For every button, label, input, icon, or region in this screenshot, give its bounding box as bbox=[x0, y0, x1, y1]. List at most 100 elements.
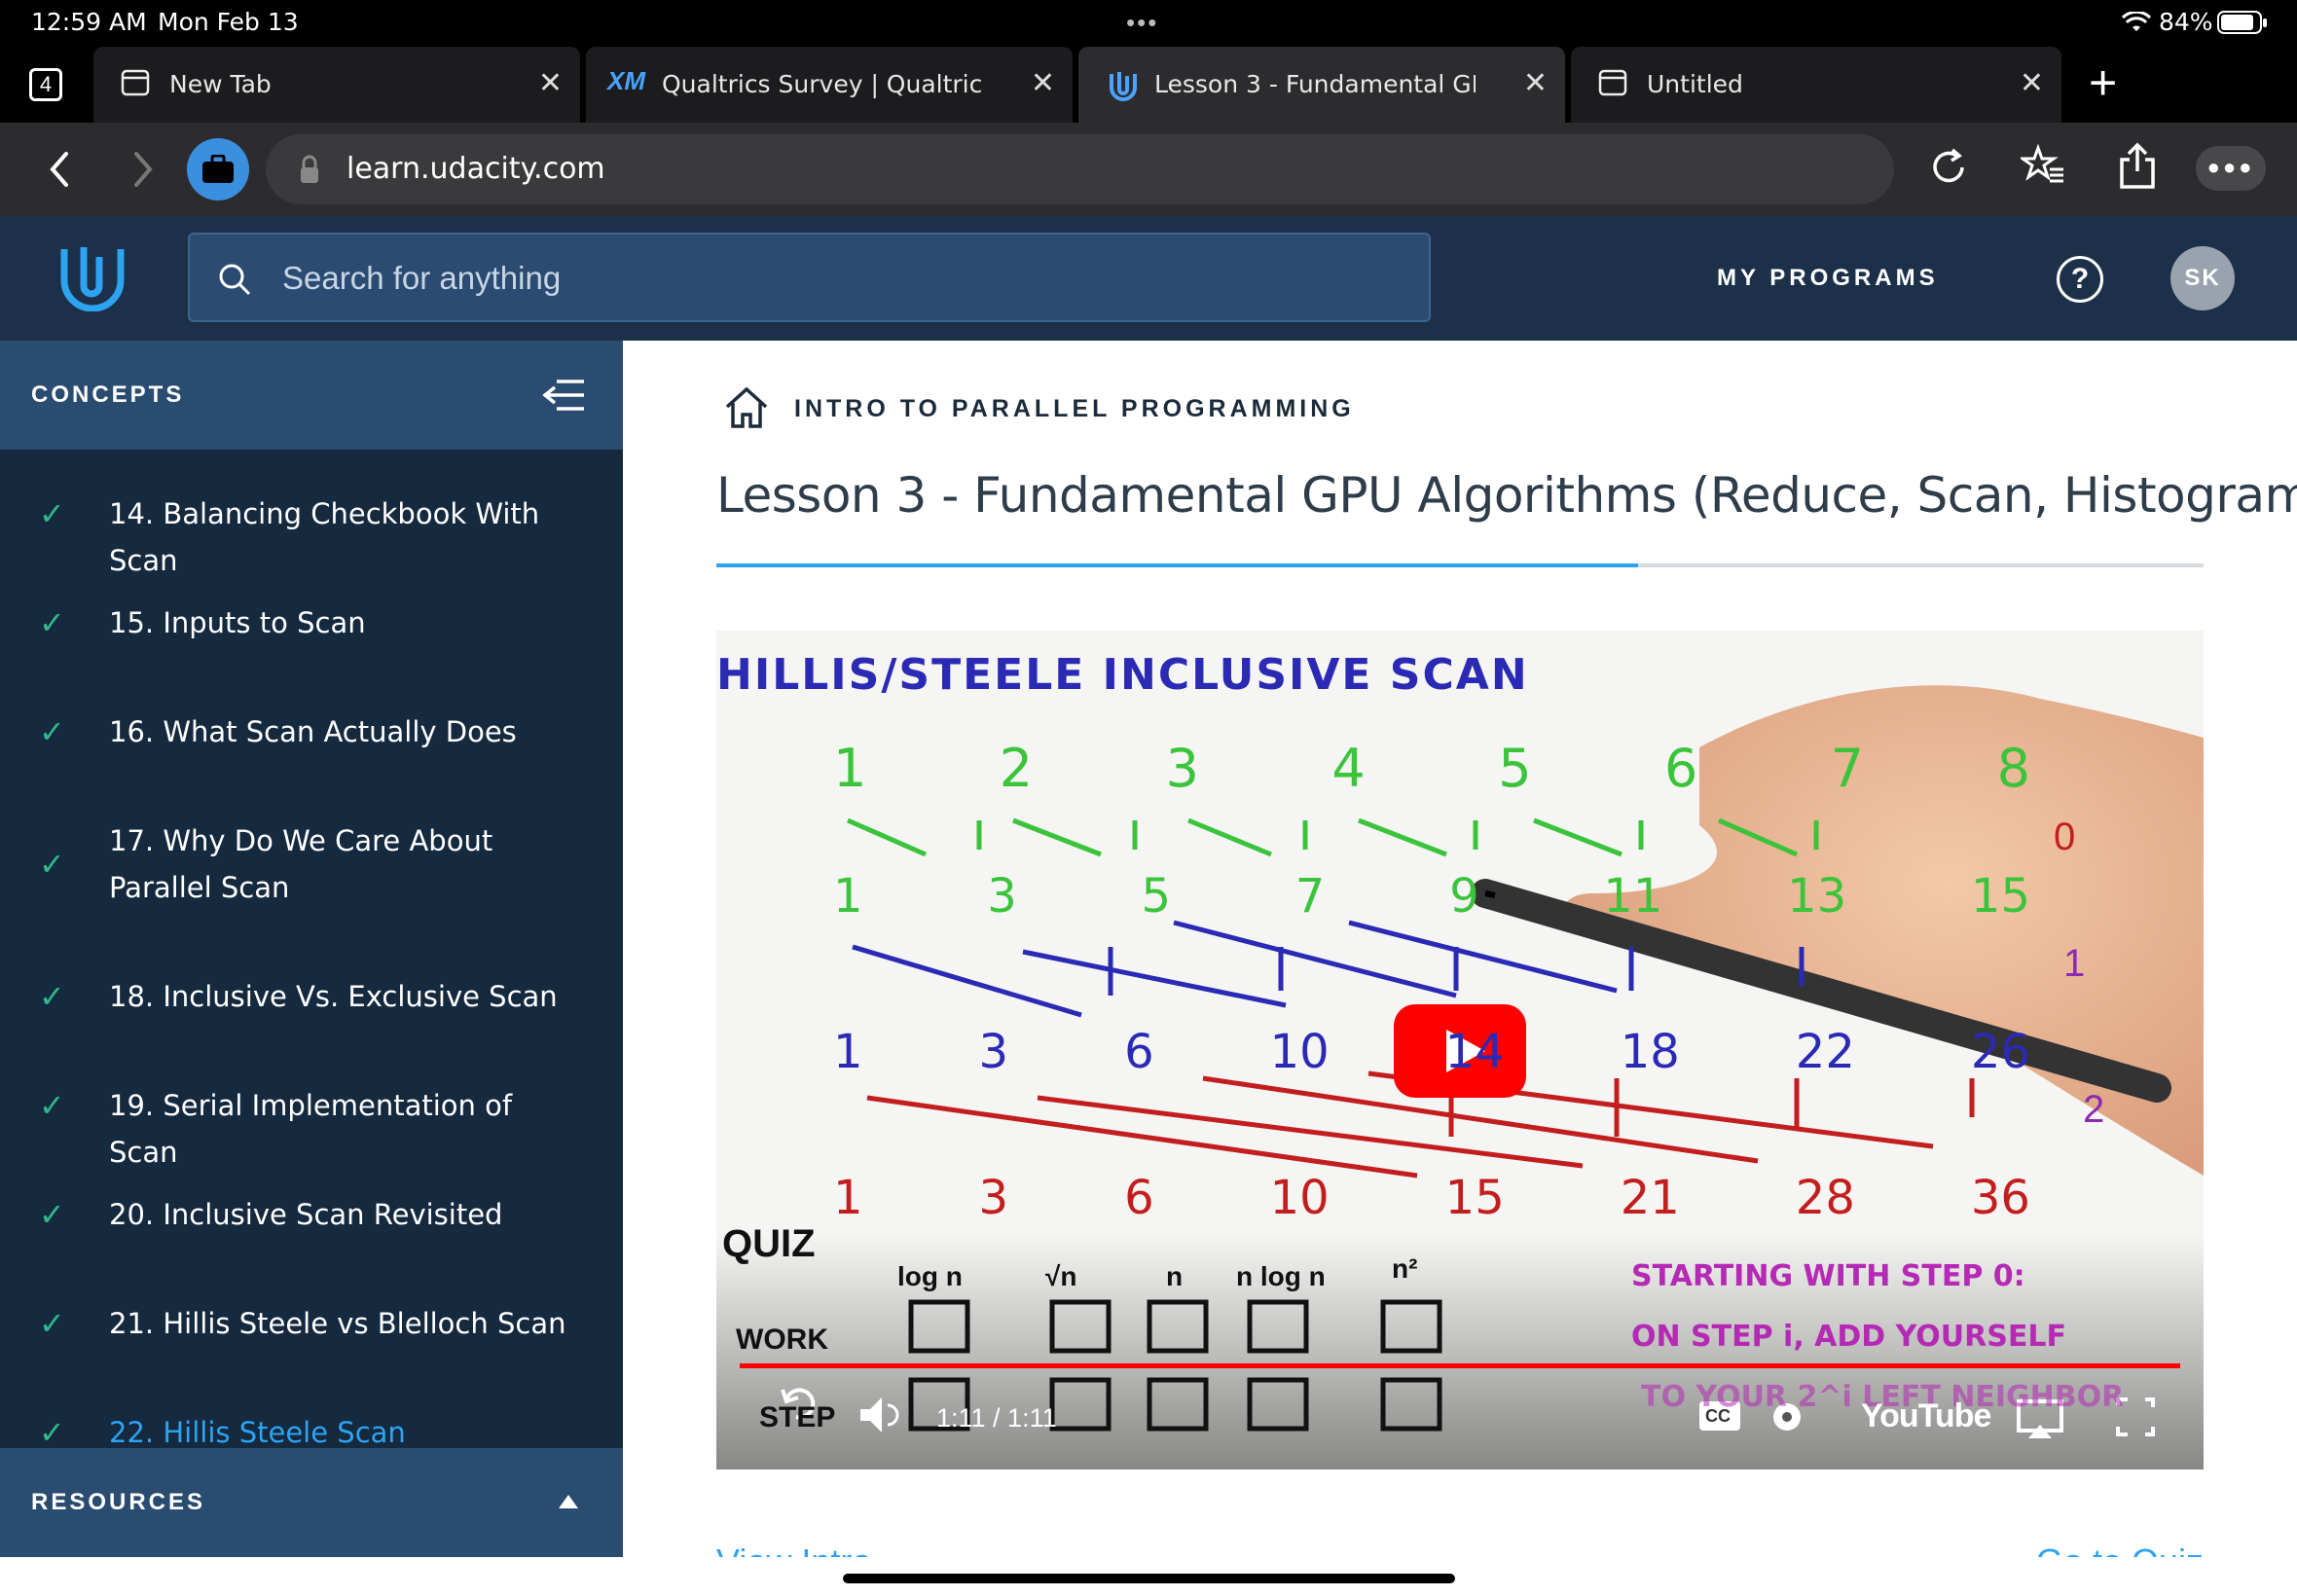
input-value: 4 bbox=[1331, 738, 1366, 799]
step-marker-1: 1 bbox=[2063, 942, 2086, 985]
back-chevron-icon[interactable] bbox=[45, 150, 74, 189]
check-icon: ✓ bbox=[39, 1087, 65, 1124]
profile-briefcase-button[interactable] bbox=[187, 138, 249, 200]
search-input[interactable]: Search for anything bbox=[188, 233, 1431, 322]
tab-count-button[interactable]: 4 bbox=[29, 68, 62, 101]
page-icon bbox=[1598, 69, 1627, 96]
step-marker-2: 2 bbox=[2083, 1088, 2105, 1131]
my-programs-link[interactable]: MY PROGRAMS bbox=[1717, 265, 1939, 292]
step3-value: 28 bbox=[1795, 1171, 1855, 1225]
video-scrubber[interactable] bbox=[740, 1363, 2180, 1368]
avatar-initials: SK bbox=[2184, 265, 2221, 291]
help-icon[interactable]: ? bbox=[2057, 256, 2103, 303]
step-marker-0: 0 bbox=[2054, 816, 2076, 858]
lock-icon bbox=[301, 155, 318, 183]
step3-value: 3 bbox=[978, 1171, 1009, 1225]
step3-value: 10 bbox=[1269, 1171, 1330, 1225]
step1-value: 15 bbox=[1970, 869, 2030, 924]
step3-value: 6 bbox=[1124, 1171, 1154, 1225]
sidebar-item-14[interactable]: ✓ 14. Balancing Checkbook With Scan bbox=[0, 490, 623, 577]
status-time: 12:59 AM bbox=[31, 8, 147, 36]
video-player[interactable]: HILLIS/STEELE INCLUSIVE SCAN 1 2 3 4 5 6… bbox=[716, 631, 2204, 1469]
tab-lesson-3[interactable]: Lesson 3 - Fundamental GPU A ✕ bbox=[1078, 47, 1565, 123]
close-icon[interactable]: ✕ bbox=[1523, 66, 1548, 100]
check-icon: ✓ bbox=[39, 846, 65, 883]
work-label: WORK bbox=[736, 1324, 828, 1356]
step-label: STEP bbox=[759, 1401, 836, 1433]
step2-value: 14 bbox=[1444, 1025, 1505, 1079]
sidebar-item-label: 17. Why Do We Care About Parallel Scan bbox=[109, 824, 493, 904]
sidebar-item-21[interactable]: ✓ 21. Hillis Steele vs Blelloch Scan bbox=[0, 1300, 623, 1347]
home-icon[interactable] bbox=[723, 385, 770, 430]
sidebar-item-label: 16. What Scan Actually Does bbox=[109, 715, 517, 748]
collapse-menu-icon[interactable] bbox=[541, 378, 586, 413]
check-icon: ✓ bbox=[39, 1196, 65, 1233]
cc-label: CC bbox=[1705, 1406, 1731, 1426]
sidebar-item-19[interactable]: ✓ 19. Serial Implementation of Scan bbox=[0, 1082, 623, 1169]
input-value: 8 bbox=[1996, 738, 2030, 799]
lesson-progress-fill bbox=[716, 563, 1639, 567]
wifi-icon bbox=[2122, 12, 2151, 31]
row-step2: 1 3 6 10 14 18 22 26 bbox=[833, 1025, 2030, 1079]
input-value: 5 bbox=[1498, 738, 1532, 799]
close-icon[interactable]: ✕ bbox=[538, 66, 563, 100]
multitask-dots-icon[interactable]: ••• bbox=[1126, 8, 1158, 38]
step2-value: 3 bbox=[978, 1025, 1009, 1079]
share-icon[interactable] bbox=[2118, 142, 2157, 191]
step2-value: 22 bbox=[1795, 1025, 1855, 1079]
tab-title: Qualtrics Survey | Qualtrics Ex bbox=[662, 70, 983, 98]
step3-value: 15 bbox=[1444, 1171, 1505, 1225]
step1-value: 1 bbox=[833, 869, 863, 924]
sidebar-item-20[interactable]: ✓ 20. Inclusive Scan Revisited bbox=[0, 1191, 623, 1238]
tab-untitled[interactable]: Untitled ✕ bbox=[1571, 47, 2061, 123]
youtube-logo[interactable]: YouTube bbox=[1861, 1397, 1991, 1435]
check-icon: ✓ bbox=[39, 1305, 65, 1342]
home-indicator[interactable] bbox=[843, 1574, 1455, 1583]
udacity-logo-icon[interactable] bbox=[58, 243, 127, 311]
input-value: 2 bbox=[999, 738, 1034, 799]
step3-value: 1 bbox=[833, 1171, 863, 1225]
sidebar-item-18[interactable]: ✓ 18. Inclusive Vs. Exclusive Scan bbox=[0, 973, 623, 1020]
quiz-option-n-log-n: n log n bbox=[1236, 1261, 1326, 1291]
breadcrumb[interactable]: INTRO TO PARALLEL PROGRAMMING bbox=[794, 395, 1355, 423]
bookmark-star-icon[interactable] bbox=[2021, 144, 2065, 189]
check-icon: ✓ bbox=[39, 713, 65, 750]
concepts-heading: CONCEPTS bbox=[31, 381, 185, 408]
check-icon: ✓ bbox=[39, 978, 65, 1015]
video-heading: HILLIS/STEELE INCLUSIVE SCAN bbox=[716, 650, 1529, 700]
tab-new-tab[interactable]: New Tab ✕ bbox=[93, 47, 580, 123]
new-tab-plus-icon[interactable]: + bbox=[2089, 54, 2117, 111]
battery-icon bbox=[2217, 11, 2267, 34]
reload-icon[interactable] bbox=[1927, 146, 1970, 189]
caret-up-icon bbox=[559, 1495, 578, 1508]
row-inputs: 1 2 3 4 5 6 7 8 bbox=[833, 738, 2030, 799]
status-bar: 12:59 AM Mon Feb 13 ••• 84% bbox=[0, 0, 2297, 45]
quiz-label: QUIZ bbox=[722, 1222, 816, 1265]
url-text: learn.udacity.com bbox=[346, 152, 605, 186]
sidebar-item-label: 14. Balancing Checkbook With Scan bbox=[109, 497, 540, 577]
forward-chevron-icon[interactable] bbox=[128, 150, 158, 189]
sidebar-item-15[interactable]: ✓ 15. Inputs to Scan bbox=[0, 599, 623, 646]
sidebar-item-label: 15. Inputs to Scan bbox=[109, 606, 366, 639]
step2-value: 18 bbox=[1620, 1025, 1680, 1079]
url-field[interactable]: learn.udacity.com bbox=[266, 134, 1894, 204]
status-date: Mon Feb 13 bbox=[158, 8, 299, 36]
step2-value: 6 bbox=[1124, 1025, 1154, 1079]
sidebar-item-16[interactable]: ✓ 16. What Scan Actually Does bbox=[0, 708, 623, 755]
note-line-1: STARTING WITH STEP 0: bbox=[1631, 1259, 2025, 1293]
resources-toggle[interactable]: RESOURCES bbox=[0, 1448, 623, 1557]
avatar[interactable]: SK bbox=[2170, 246, 2235, 310]
sidebar-item-17[interactable]: ✓ 17. Why Do We Care About Parallel Scan bbox=[0, 817, 623, 911]
close-icon[interactable]: ✕ bbox=[1031, 66, 1055, 100]
step1-value: 5 bbox=[1141, 869, 1172, 924]
page-icon bbox=[121, 69, 150, 96]
tab-qualtrics[interactable]: XM Qualtrics Survey | Qualtrics Ex ✕ bbox=[586, 47, 1073, 123]
step3-value: 36 bbox=[1970, 1171, 2030, 1225]
concepts-header: CONCEPTS bbox=[0, 341, 623, 450]
row-step3: 1 3 6 10 15 21 28 36 bbox=[833, 1171, 2030, 1225]
step1-value: 13 bbox=[1787, 869, 1847, 924]
step1-value: 7 bbox=[1294, 869, 1326, 924]
page-title: Lesson 3 - Fundamental GPU Algorithms (R… bbox=[716, 467, 2297, 524]
more-options-icon[interactable]: ●●● bbox=[2196, 146, 2266, 191]
close-icon[interactable]: ✕ bbox=[2020, 66, 2044, 100]
